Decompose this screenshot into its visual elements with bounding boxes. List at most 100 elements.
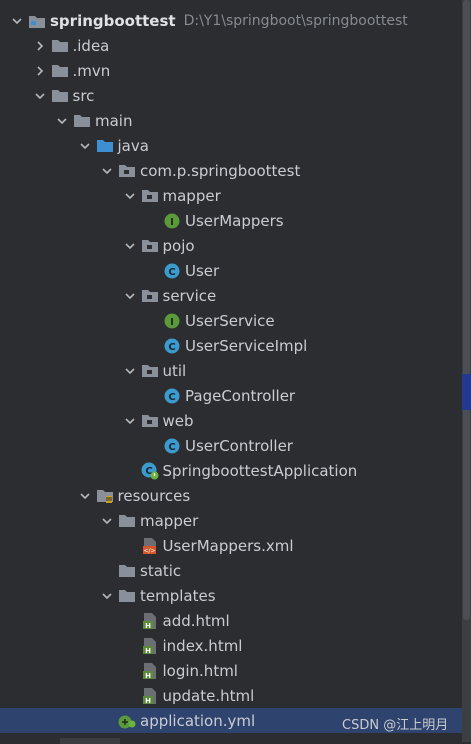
tree-item-label: UserMappers bbox=[185, 211, 284, 230]
folder-icon bbox=[118, 512, 136, 530]
svg-text:I: I bbox=[170, 317, 174, 328]
chevron-down-icon[interactable] bbox=[78, 483, 92, 508]
tree-item[interactable]: springboottest D:\Y1\springboot\springboo… bbox=[0, 8, 462, 33]
tree-item-label: add.html bbox=[162, 611, 230, 630]
tree-item-label: .idea bbox=[72, 36, 110, 55]
tree-item[interactable]: Hupdate.html bbox=[0, 683, 462, 708]
package-icon bbox=[141, 362, 159, 380]
package-icon bbox=[141, 237, 159, 255]
arrow-spacer bbox=[123, 683, 137, 708]
tree-item[interactable]: Hindex.html bbox=[0, 633, 462, 658]
tree-item[interactable]: Hadd.html bbox=[0, 608, 462, 633]
tree-item[interactable]: src bbox=[0, 83, 462, 108]
tree-item[interactable]: mapper bbox=[0, 183, 462, 208]
chevron-down-icon[interactable] bbox=[55, 108, 69, 133]
arrow-spacer bbox=[145, 433, 159, 458]
package-icon bbox=[141, 187, 159, 205]
tree-item[interactable]: mapper bbox=[0, 508, 462, 533]
interface-icon: I bbox=[163, 312, 181, 330]
chevron-down-icon[interactable] bbox=[123, 408, 137, 433]
chevron-down-icon[interactable] bbox=[100, 508, 114, 533]
partial-next-row bbox=[60, 738, 120, 744]
arrow-spacer bbox=[100, 558, 114, 583]
tree-item-label: src bbox=[72, 86, 95, 105]
arrow-spacer bbox=[123, 608, 137, 633]
tree-item[interactable]: C PageController bbox=[0, 383, 462, 408]
class-icon: C bbox=[163, 387, 181, 405]
tree-item-label: main bbox=[95, 111, 133, 130]
tree-item[interactable]: java bbox=[0, 133, 462, 158]
chevron-down-icon[interactable] bbox=[123, 233, 137, 258]
arrow-spacer bbox=[145, 258, 159, 283]
arrow-spacer bbox=[145, 333, 159, 358]
chevron-down-icon[interactable] bbox=[123, 283, 137, 308]
tree-item-label: UserController bbox=[185, 436, 293, 455]
tree-item[interactable]: main bbox=[0, 108, 462, 133]
tree-item[interactable]: .idea bbox=[0, 33, 462, 58]
vertical-scrollbar[interactable] bbox=[462, 0, 471, 742]
tree-item-label: SpringboottestApplication bbox=[162, 461, 358, 480]
tree-item[interactable]: C UserServiceImpl bbox=[0, 333, 462, 358]
tree-item-label: index.html bbox=[162, 636, 243, 655]
tree-item-label: mapper bbox=[140, 511, 199, 530]
html-file-icon: H bbox=[141, 662, 159, 680]
svg-text:H: H bbox=[145, 672, 151, 680]
tree-item[interactable]: pojo bbox=[0, 233, 462, 258]
chevron-down-icon[interactable] bbox=[100, 158, 114, 183]
chevron-right-icon[interactable] bbox=[33, 58, 47, 83]
svg-text:C: C bbox=[168, 392, 175, 403]
tree-item[interactable]: C UserController bbox=[0, 433, 462, 458]
html-file-icon: H bbox=[141, 612, 159, 630]
tree-item-label: java bbox=[117, 136, 149, 155]
arrow-spacer bbox=[123, 658, 137, 683]
package-icon bbox=[141, 412, 159, 430]
chevron-down-icon[interactable] bbox=[78, 133, 92, 158]
tree-item[interactable]: .mvn bbox=[0, 58, 462, 83]
tree-item[interactable]: web bbox=[0, 408, 462, 433]
chevron-right-icon[interactable] bbox=[33, 33, 47, 58]
svg-text:C: C bbox=[168, 267, 175, 278]
tree-item-label: update.html bbox=[162, 686, 255, 705]
package-icon bbox=[118, 162, 136, 180]
tree-item-label: UserServiceImpl bbox=[185, 336, 308, 355]
tree-item-label: util bbox=[162, 361, 187, 380]
tree-item[interactable]: C SpringboottestApplication bbox=[0, 458, 462, 483]
folder-icon bbox=[118, 587, 136, 605]
arrow-spacer bbox=[123, 633, 137, 658]
chevron-down-icon[interactable] bbox=[100, 583, 114, 608]
svg-text:C: C bbox=[168, 342, 175, 353]
tree-item[interactable]: </> UserMappers.xml bbox=[0, 533, 462, 558]
tree-item[interactable]: service bbox=[0, 283, 462, 308]
tree-item[interactable]: templates bbox=[0, 583, 462, 608]
tree-item[interactable]: C User bbox=[0, 258, 462, 283]
arrow-spacer bbox=[123, 533, 137, 558]
class-icon: C bbox=[163, 337, 181, 355]
project-tree: springboottest D:\Y1\springboot\springboo… bbox=[0, 0, 462, 742]
tree-item-label: com.p.springboottest bbox=[140, 161, 301, 180]
package-icon bbox=[141, 287, 159, 305]
chevron-down-icon[interactable] bbox=[33, 83, 47, 108]
scrollbar-thumb[interactable] bbox=[463, 0, 470, 620]
tree-item[interactable]: resources bbox=[0, 483, 462, 508]
folder-icon bbox=[51, 37, 69, 55]
chevron-down-icon[interactable] bbox=[10, 8, 24, 33]
arrow-spacer bbox=[100, 708, 114, 733]
resources-folder-icon bbox=[96, 487, 114, 505]
chevron-down-icon[interactable] bbox=[123, 183, 137, 208]
tree-item[interactable]: Hlogin.html bbox=[0, 658, 462, 683]
tree-item[interactable]: I UserService bbox=[0, 308, 462, 333]
html-file-icon: H bbox=[141, 687, 159, 705]
tree-item[interactable]: util bbox=[0, 358, 462, 383]
tree-item[interactable]: I UserMappers bbox=[0, 208, 462, 233]
svg-text:H: H bbox=[145, 647, 151, 655]
tree-item-label: .mvn bbox=[72, 61, 111, 80]
tree-item-label: web bbox=[162, 411, 194, 430]
chevron-down-icon[interactable] bbox=[123, 358, 137, 383]
tree-item-label: application.yml bbox=[140, 711, 256, 730]
tree-item[interactable]: static bbox=[0, 558, 462, 583]
tree-item[interactable]: com.p.springboottest bbox=[0, 158, 462, 183]
project-path: D:\Y1\springboot\springboottest bbox=[183, 12, 408, 29]
svg-text:H: H bbox=[145, 697, 151, 705]
source-folder-icon bbox=[96, 137, 114, 155]
tree-item-label: templates bbox=[140, 586, 216, 605]
